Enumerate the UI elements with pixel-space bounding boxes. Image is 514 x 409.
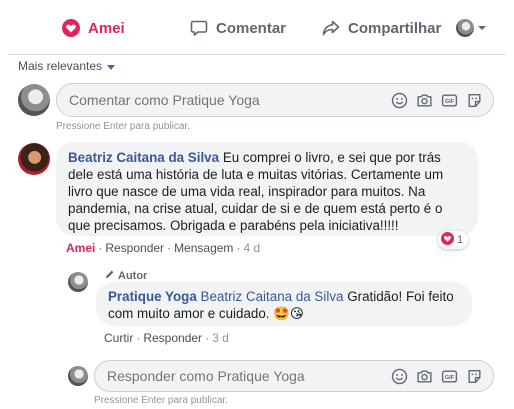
reply-like-link[interactable]: Curtir [104, 331, 133, 345]
comment-composer[interactable]: GIF [56, 83, 494, 117]
share-label: Compartilhar [348, 19, 442, 37]
gif-icon[interactable]: GIF [441, 368, 458, 385]
love-reaction-button[interactable]: Amei [62, 14, 125, 42]
profile-selector[interactable] [456, 14, 487, 42]
reaction-count-badge[interactable]: 1 [438, 231, 469, 249]
reply-composer-icons: GIF [391, 368, 483, 385]
heart-icon [62, 19, 80, 37]
composer-hint: Pressione Enter para publicar. [56, 121, 190, 132]
commenter-avatar[interactable] [18, 143, 50, 175]
share-arrow-icon [322, 19, 340, 37]
action-bar-divider [8, 54, 506, 55]
reply-mention[interactable]: Beatriz Caitana da Silva [201, 289, 344, 304]
author-badge: Autor [104, 269, 147, 283]
gif-icon[interactable]: GIF [441, 92, 458, 109]
sort-label: Mais relevantes [18, 59, 103, 73]
reply-timestamp[interactable]: 3 d [212, 331, 229, 345]
love-reaction-label: Amei [88, 19, 125, 37]
comment-input[interactable] [69, 92, 391, 108]
emoji-icon[interactable] [391, 368, 408, 385]
page-avatar [456, 19, 474, 37]
post-action-bar: Amei Comentar Compartilhar [0, 0, 514, 56]
chevron-down-icon [477, 23, 487, 33]
reply-actions: Curtir · Responder · 3 d [104, 331, 229, 345]
reply-composer-avatar [68, 366, 88, 386]
emoji-icon[interactable] [391, 92, 408, 109]
reply-bubble: Pratique Yoga Beatriz Caitana da Silva G… [96, 282, 472, 326]
sort-dropdown[interactable]: Mais relevantes [18, 59, 116, 73]
reaction-count: 1 [457, 234, 464, 246]
camera-icon[interactable] [416, 368, 433, 385]
reply-input[interactable] [107, 368, 391, 384]
comment-button[interactable]: Comentar [190, 14, 286, 42]
composer-icons: GIF [391, 92, 483, 109]
comment-icon [190, 19, 208, 37]
comment-label: Comentar [216, 19, 287, 37]
comment-actions: Amei · Responder · Mensagem · 4 d [66, 241, 261, 255]
comment-love-link[interactable]: Amei [66, 241, 95, 255]
svg-text:GIF: GIF [445, 98, 455, 104]
reply-composer[interactable]: GIF [94, 360, 494, 392]
pencil-icon [104, 269, 115, 283]
reply-avatar[interactable] [68, 272, 88, 292]
comment-author[interactable]: Beatriz Caitana da Silva [68, 150, 219, 165]
svg-text:GIF: GIF [445, 374, 455, 380]
caret-down-icon [107, 64, 116, 70]
reply-author[interactable]: Pratique Yoga [108, 289, 197, 304]
reply-reply-link[interactable]: Responder [143, 331, 202, 345]
sticker-icon[interactable] [466, 368, 483, 385]
camera-icon[interactable] [416, 92, 433, 109]
author-badge-label: Autor [118, 270, 148, 282]
composer-avatar [18, 84, 50, 116]
heart-icon [441, 232, 454, 248]
comment-timestamp[interactable]: 4 d [243, 241, 260, 255]
comment-bubble: Beatriz Caitana da Silva Eu comprei o li… [56, 142, 478, 236]
sticker-icon[interactable] [466, 92, 483, 109]
reply-composer-hint: Pressione Enter para publicar. [94, 395, 228, 406]
comment-message-link[interactable]: Mensagem [174, 241, 233, 255]
share-button[interactable]: Compartilhar [322, 14, 441, 42]
comment-reply-link[interactable]: Responder [105, 241, 164, 255]
